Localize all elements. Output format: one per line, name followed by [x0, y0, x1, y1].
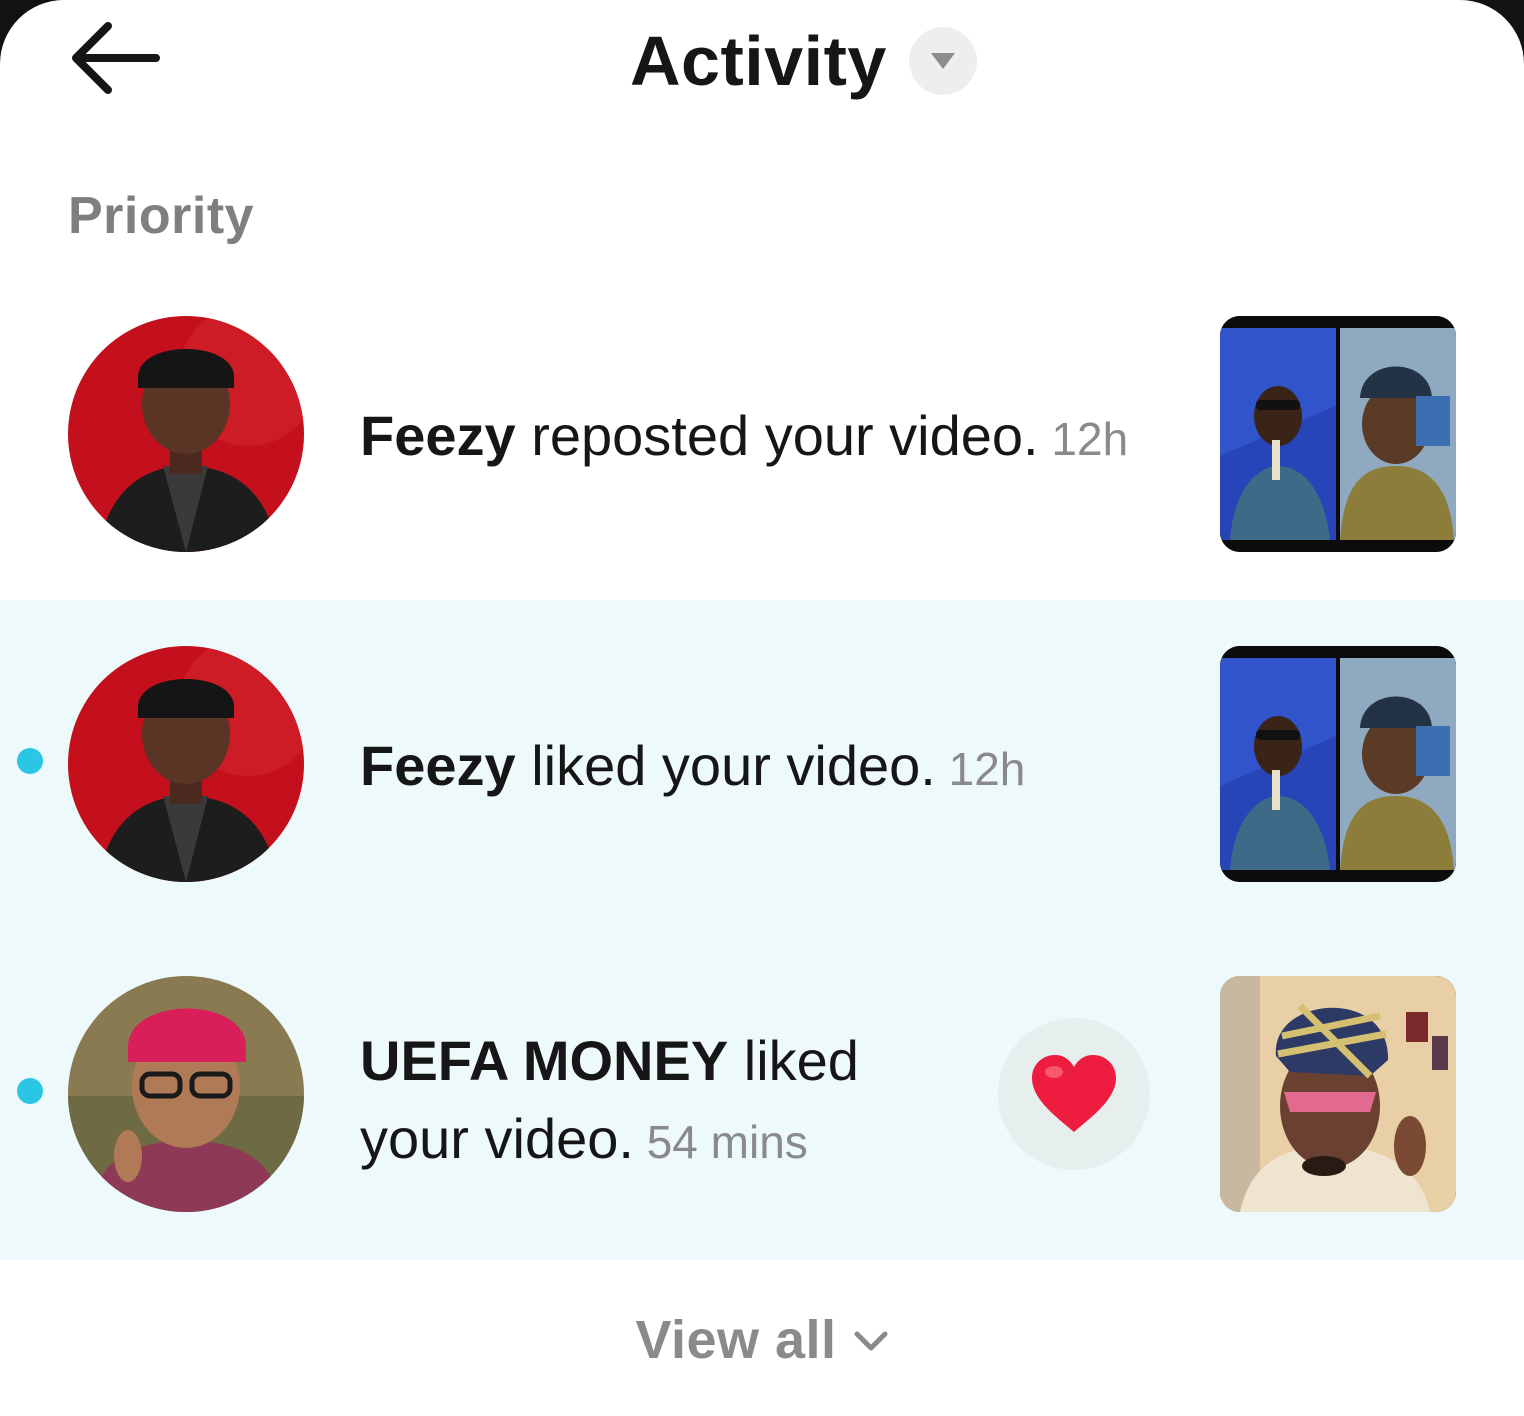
page-title: Activity	[630, 22, 887, 100]
view-all-label: View all	[635, 1310, 837, 1370]
video-thumbnail-image	[1220, 316, 1456, 552]
user-name[interactable]: Feezy	[360, 404, 516, 467]
video-thumbnail-image	[1220, 976, 1456, 1212]
activity-sheet: Activity Priority Feezy reposted your vi…	[0, 0, 1524, 1416]
chevron-down-icon	[854, 1331, 888, 1351]
avatar-image	[68, 646, 304, 882]
activity-filter-dropdown[interactable]: Activity	[630, 18, 977, 104]
unread-dot	[17, 1078, 43, 1104]
like-back-button[interactable]	[998, 1018, 1150, 1170]
video-thumbnail-image	[1220, 646, 1456, 882]
notification-item[interactable]: UEFA MONEY liked your video. 54 mins	[0, 930, 1524, 1260]
video-thumbnail[interactable]	[1220, 646, 1456, 882]
notification-action: liked your video.	[515, 734, 936, 797]
view-all-button[interactable]: View all	[0, 1290, 1524, 1390]
section-label-priority: Priority	[68, 187, 255, 245]
timestamp: 12h	[1038, 413, 1129, 465]
avatar[interactable]	[68, 646, 304, 882]
avatar-image	[68, 976, 304, 1212]
heart-icon	[1032, 1055, 1116, 1132]
notification-item[interactable]: Feezy liked your video. 12h	[0, 600, 1524, 930]
unread-dot	[17, 748, 43, 774]
notification-text: Feezy reposted your video. 12h	[360, 397, 1128, 478]
back-button[interactable]	[68, 16, 168, 100]
user-name[interactable]: Feezy	[360, 734, 516, 797]
timestamp: 54 mins	[633, 1116, 808, 1168]
notification-text: UEFA MONEY liked your video. 54 mins	[360, 1022, 920, 1181]
timestamp: 12h	[935, 743, 1026, 795]
notification-text: Feezy liked your video. 12h	[360, 727, 1025, 808]
user-name[interactable]: UEFA MONEY	[360, 1029, 728, 1092]
avatar[interactable]	[68, 316, 304, 552]
avatar[interactable]	[68, 976, 304, 1212]
filter-toggle[interactable]	[908, 27, 977, 95]
caret-down-icon	[930, 53, 955, 69]
avatar-image	[68, 316, 304, 552]
notification-item[interactable]: Feezy reposted your video. 12h	[0, 270, 1524, 600]
video-thumbnail[interactable]	[1220, 976, 1456, 1212]
arrow-left-icon	[72, 22, 160, 94]
video-thumbnail[interactable]	[1220, 316, 1456, 552]
notification-action: reposted your video.	[515, 404, 1039, 467]
